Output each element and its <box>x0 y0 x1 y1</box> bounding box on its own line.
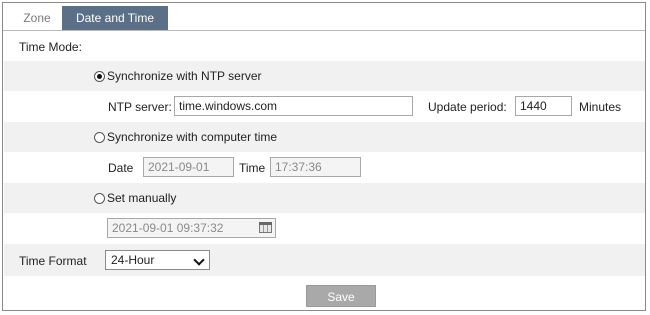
date-label: Date <box>108 161 134 175</box>
update-period-label: Update period: <box>428 100 507 114</box>
update-period-unit: Minutes <box>579 100 622 114</box>
time-label: Time <box>239 161 266 175</box>
ntp-server-label: NTP server: <box>108 100 172 114</box>
manual-datetime-input: 2021-09-01 09:37:32 <box>107 218 276 238</box>
computer-time-option-label[interactable]: Synchronize with computer time <box>107 130 277 144</box>
date-input: 2021-09-01 <box>143 157 234 177</box>
ntp-server-row: NTP server: time.windows.com Update peri… <box>4 91 645 122</box>
manual-radio[interactable] <box>94 193 105 204</box>
time-format-select[interactable]: 24-Hour <box>105 250 210 270</box>
computer-time-radio[interactable] <box>94 132 105 143</box>
time-input: 17:37:36 <box>270 157 361 177</box>
tab-zone[interactable]: Zone <box>15 6 59 30</box>
ntp-radio[interactable] <box>94 71 105 82</box>
calendar-icon[interactable] <box>259 222 272 233</box>
ntp-option-label[interactable]: Synchronize with NTP server <box>107 69 262 83</box>
tab-bar: Zone Date and Time <box>3 3 645 31</box>
tab-date-and-time[interactable]: Date and Time <box>62 6 168 30</box>
ntp-server-input[interactable]: time.windows.com <box>174 96 413 116</box>
time-format-value: 24-Hour <box>111 253 155 267</box>
time-format-label: Time Format <box>19 254 87 268</box>
manual-option-row: Set manually <box>4 183 645 213</box>
manual-datetime-row: 2021-09-01 09:37:32 <box>4 213 645 244</box>
settings-panel: Zone Date and Time Time Mode: Synchroniz… <box>2 2 646 311</box>
manual-datetime-value: 2021-09-01 09:37:32 <box>112 221 224 235</box>
computer-time-row: Date 2021-09-01 Time 17:37:36 <box>4 152 645 183</box>
chevron-down-icon <box>193 254 205 266</box>
update-period-input[interactable]: 1440 <box>515 96 572 116</box>
time-mode-label: Time Mode: <box>19 40 82 54</box>
save-row: Save <box>4 276 645 310</box>
save-button[interactable]: Save <box>306 285 376 307</box>
manual-option-label[interactable]: Set manually <box>107 191 176 205</box>
ntp-option-row: Synchronize with NTP server <box>4 61 645 91</box>
computer-time-option-row: Synchronize with computer time <box>4 122 645 152</box>
time-mode-row: Time Mode: <box>4 31 645 61</box>
time-format-row: Time Format 24-Hour <box>4 244 645 276</box>
